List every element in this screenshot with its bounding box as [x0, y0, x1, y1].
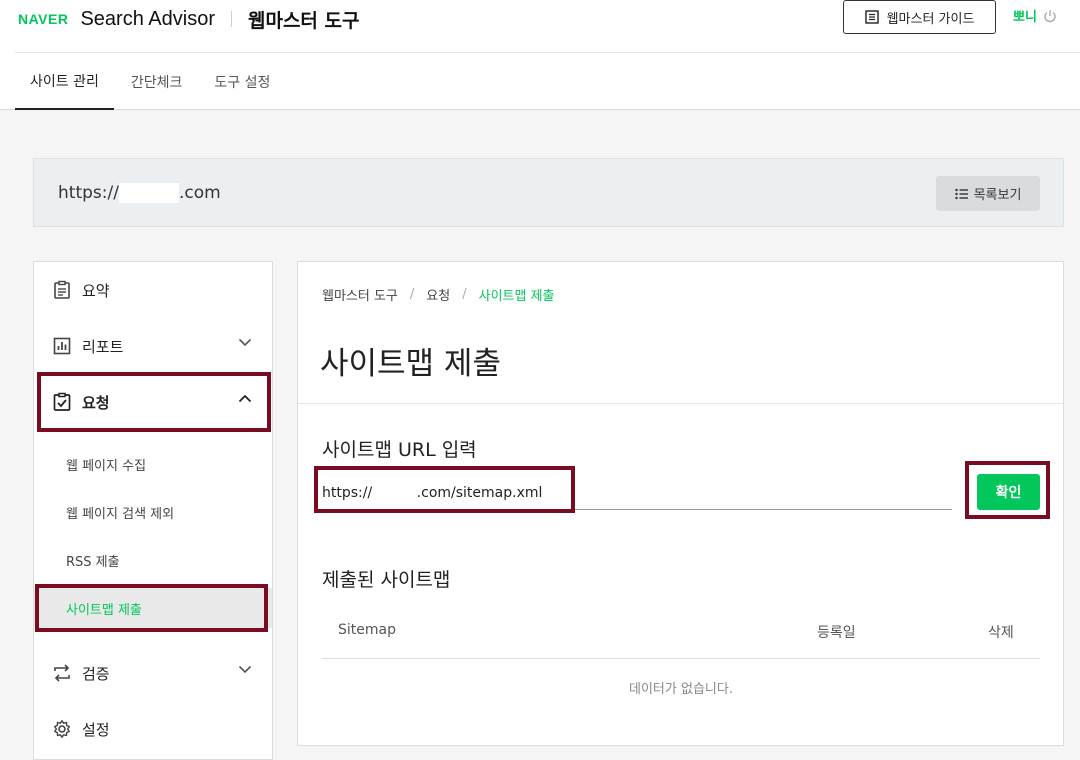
sidebar-item-label: 리포트	[82, 337, 124, 356]
product-name[interactable]: Search Advisor	[80, 8, 215, 31]
table-divider	[322, 658, 1040, 659]
sidebar-item-label: 검증	[82, 664, 110, 683]
user-menu[interactable]: 뽀니	[1013, 6, 1057, 25]
main-tabs: 사이트 관리 간단체크 도구 설정	[15, 53, 287, 110]
sitemap-url-input[interactable]	[322, 476, 952, 510]
sidebar: 요약 리포트 요청 웹 페이지 수집 웹 페이지 검색 제외 RSS 제출 사이…	[33, 261, 273, 760]
breadcrumb-item[interactable]: 요청	[426, 285, 450, 304]
tab-site-management[interactable]: 사이트 관리	[15, 53, 114, 110]
column-header-registered-date: 등록일	[817, 625, 856, 641]
title-divider	[298, 403, 1063, 404]
sidebar-item-verify[interactable]: 검증	[34, 645, 272, 701]
breadcrumb-item[interactable]: 웹마스터 도구	[322, 285, 398, 304]
site-url-prefix: https://	[58, 183, 119, 203]
column-header-sitemap: Sitemap	[338, 622, 396, 638]
redacted-domain	[118, 183, 179, 203]
page-title: 사이트맵 제출	[320, 346, 501, 382]
chevron-up-icon	[238, 394, 252, 403]
site-bar: https:// .com 목록보기	[33, 158, 1064, 227]
sidebar-subitem-rss-submit[interactable]: RSS 제출	[34, 540, 272, 580]
site-url-suffix: .com	[178, 183, 221, 203]
naver-logo[interactable]: NAVER	[18, 11, 68, 27]
list-icon	[954, 188, 969, 200]
main-panel: 웹마스터 도구 / 요청 / 사이트맵 제출 사이트맵 제출 사이트맵 URL …	[297, 261, 1064, 746]
webmaster-guide-label: 웹마스터 가이드	[886, 11, 975, 27]
sidebar-item-label: 설정	[82, 720, 110, 739]
repeat-icon	[52, 663, 72, 683]
empty-state-text: 데이터가 없습니다.	[629, 682, 733, 697]
sidebar-subitem-web-page-crawl[interactable]: 웹 페이지 수집	[34, 444, 272, 484]
gear-icon	[52, 719, 72, 739]
sidebar-item-summary[interactable]: 요약	[34, 262, 272, 318]
webmaster-guide-button[interactable]: 웹마스터 가이드	[843, 0, 996, 34]
power-icon[interactable]	[1043, 9, 1057, 23]
sidebar-item-settings[interactable]: 설정	[34, 701, 272, 757]
top-header: NAVER Search Advisor 웹마스터 도구 웹마스터 가이드 뽀니…	[0, 0, 1080, 110]
submit-button[interactable]: 확인	[977, 474, 1040, 510]
sidebar-item-report[interactable]: 리포트	[34, 318, 272, 374]
checklist-icon	[52, 392, 72, 412]
sidebar-item-label: 요약	[82, 281, 110, 300]
section-title[interactable]: 웹마스터 도구	[248, 6, 360, 33]
sitemap-url-label: 사이트맵 URL 입력	[322, 439, 477, 461]
user-name[interactable]: 뽀니	[1013, 6, 1037, 25]
breadcrumb-separator: /	[462, 287, 467, 302]
sidebar-item-label: 요청	[82, 393, 110, 412]
brand[interactable]: NAVER Search Advisor 웹마스터 도구	[18, 4, 359, 34]
breadcrumb-current: 사이트맵 제출	[478, 289, 555, 304]
chevron-down-icon	[238, 338, 252, 347]
sidebar-subitem-sitemap-submit[interactable]: 사이트맵 제출	[34, 588, 272, 628]
breadcrumb: 웹마스터 도구 / 요청 / 사이트맵 제출	[322, 285, 555, 304]
column-header-delete: 삭제	[988, 625, 1014, 641]
list-view-label: 목록보기	[973, 188, 1022, 203]
brand-divider	[230, 11, 232, 27]
breadcrumb-separator: /	[409, 287, 415, 302]
tab-tool-settings[interactable]: 도구 설정	[199, 53, 285, 110]
submitted-sitemaps-title: 제출된 사이트맵	[322, 569, 451, 591]
list-view-button[interactable]: 목록보기	[936, 176, 1040, 211]
clipboard-icon	[52, 280, 72, 300]
sidebar-item-request[interactable]: 요청	[34, 374, 272, 430]
tab-simple-check[interactable]: 간단체크	[116, 53, 198, 110]
sidebar-subitem-web-page-exclude[interactable]: 웹 페이지 검색 제외	[34, 492, 272, 532]
book-icon	[864, 10, 879, 24]
chevron-down-icon	[238, 665, 252, 674]
chart-icon	[52, 336, 72, 356]
site-url: https:// .com	[58, 183, 221, 203]
